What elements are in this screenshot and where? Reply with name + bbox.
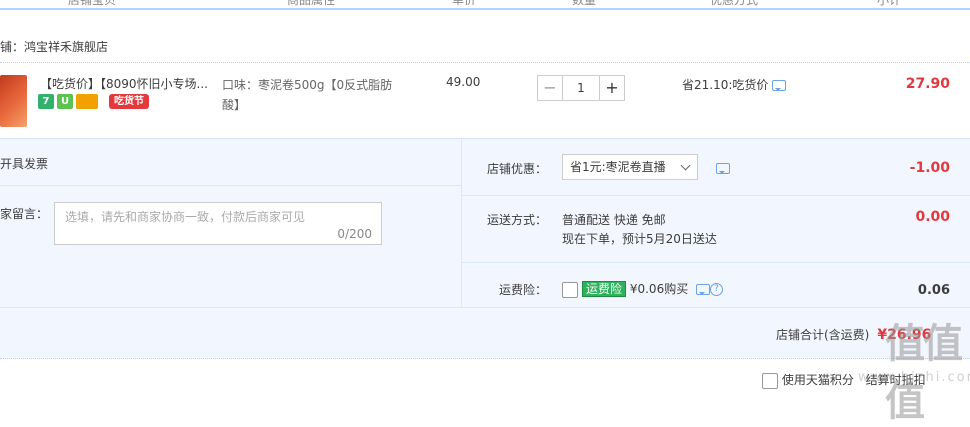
watermark-logo: 值值值 <box>885 321 963 425</box>
col-discount: 优惠方式 <box>710 0 759 7</box>
shop-discount-select[interactable]: 省1元:枣泥卷直播 <box>562 154 698 180</box>
item-discount-text: 省21.10:吃货价 <box>682 78 769 92</box>
product-attributes: 口味：枣泥卷500g【0反式脂肪酸】 <box>222 78 393 112</box>
chat-icon[interactable] <box>772 80 787 91</box>
help-icon[interactable]: ? <box>710 283 724 296</box>
column-header: 店铺宝贝 商品属性 单价 数量 优惠方式 小计 <box>0 0 970 10</box>
insurance-option: 运费险 ¥0.06购买 ? <box>562 280 724 298</box>
points-label: 使用天猫积分 <box>781 373 854 387</box>
insurance-amount: 0.06 <box>917 283 950 298</box>
shop-total-label: 店铺合计(含运费) <box>776 328 870 342</box>
item-discount: 省21.10:吃货价 <box>682 76 787 93</box>
seller-message-placeholder: 选填，请先和商家协商一致，付款后商家可见 <box>65 210 306 224</box>
shop-discount-amount: -1.00 <box>909 160 950 176</box>
divider <box>462 262 970 263</box>
char-count: 0/200 <box>337 227 372 241</box>
shop-discount-label: 店铺优惠： <box>487 162 548 176</box>
col-attr: 商品属性 <box>287 0 336 7</box>
unit-price: 49.00 <box>446 75 481 89</box>
service-icons: 7 U 吃货节 <box>38 94 149 109</box>
col-price: 单价 <box>452 0 477 7</box>
col-subtotal: 小计 <box>877 0 902 7</box>
festival-tag: 吃货节 <box>109 94 149 109</box>
quantity-input[interactable]: 1 <box>563 75 599 101</box>
insurance-price: ¥0.06购买 <box>629 282 689 296</box>
quantity-minus-button[interactable]: − <box>537 75 563 101</box>
insurance-label: 运费险： <box>499 283 548 297</box>
guarantee-icon: U <box>57 94 73 109</box>
watermark-url: www.hizhi.com <box>858 370 970 385</box>
shipping-method: 普通配送 快递 免邮 <box>562 213 666 227</box>
card-payment-icon <box>76 94 98 109</box>
shipping-label: 运送方式： <box>487 213 548 227</box>
shipping-amount: 0.00 <box>915 209 950 225</box>
seven-day-return-icon: 7 <box>38 94 54 109</box>
chat-icon[interactable] <box>716 163 730 174</box>
divider <box>0 307 970 308</box>
panel-divider <box>461 139 462 307</box>
col-shop-item: 店铺宝贝 <box>68 0 117 7</box>
shipping-eta: 现在下单，预计5月20日送达 <box>562 232 717 246</box>
divider <box>462 195 970 196</box>
col-qty: 数量 <box>572 0 597 7</box>
insurance-checkbox[interactable] <box>562 281 578 298</box>
points-checkbox[interactable] <box>762 372 778 389</box>
invoice-label: 开具发票 <box>0 157 49 171</box>
quantity-plus-button[interactable]: + <box>599 75 625 101</box>
shop-name[interactable]: 铺：鸿宝祥禾旗舰店 <box>0 38 108 55</box>
shop-discount-value: 省1元:枣泥卷直播 <box>570 160 666 174</box>
chevron-down-icon <box>680 160 691 171</box>
item-subtotal: 27.90 <box>905 76 950 92</box>
message-label: 卖家留言： <box>0 207 49 221</box>
seller-message-field[interactable]: 选填，请先和商家协商一致，付款后商家可见 0/200 <box>54 202 382 245</box>
chat-icon[interactable] <box>696 284 711 295</box>
product-title[interactable]: 【吃货价】【8090怀旧小专场... <box>40 75 215 92</box>
product-thumbnail[interactable] <box>0 75 27 127</box>
quantity-stepper: − 1 + <box>537 75 625 101</box>
insurance-badge: 运费险 <box>582 281 627 297</box>
cart-item-row: 【吃货价】【8090怀旧小专场... 7 U 吃货节 口味：枣泥卷500g【0反… <box>0 62 970 139</box>
divider <box>0 185 461 186</box>
